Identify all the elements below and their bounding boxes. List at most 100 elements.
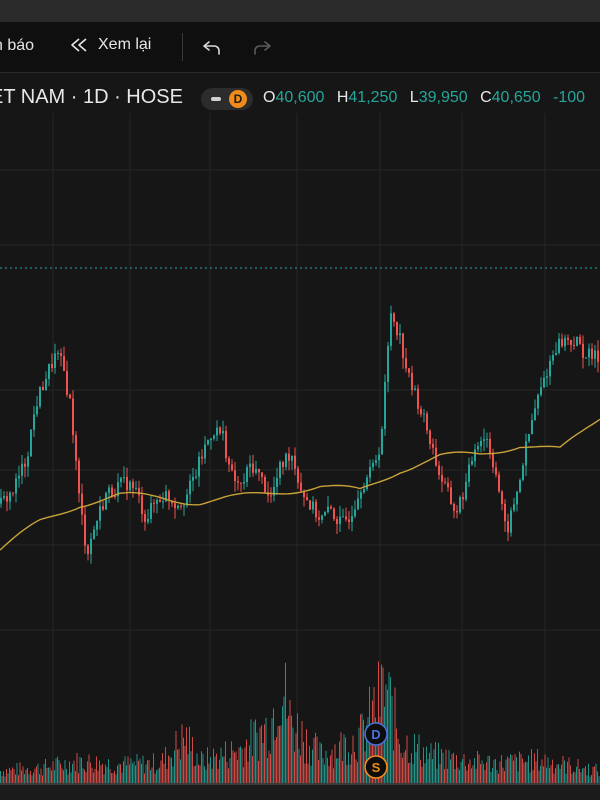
split-marker[interactable]: S xyxy=(364,755,388,779)
volume-bar xyxy=(190,751,192,783)
volume-bar xyxy=(307,763,309,783)
volume-bar xyxy=(561,764,562,783)
volume-bar xyxy=(315,732,316,783)
volume-bar xyxy=(357,762,358,783)
volume-bar xyxy=(211,768,213,783)
replay-button[interactable]: Xem lại xyxy=(68,34,151,56)
candle-body xyxy=(0,497,2,504)
candle-body xyxy=(249,463,251,468)
candle-body xyxy=(414,388,416,390)
volume-bar xyxy=(270,754,271,783)
candle-body xyxy=(360,492,362,499)
volume-bar xyxy=(148,759,150,783)
volume-bar xyxy=(204,766,205,783)
volume-bar xyxy=(516,757,517,783)
volume-bar xyxy=(9,767,10,783)
volume-bar xyxy=(268,750,270,783)
volume-bar xyxy=(60,763,61,783)
volume-bar xyxy=(462,759,463,783)
interval-badge[interactable]: D xyxy=(201,88,253,110)
volume-bar xyxy=(19,762,21,783)
candle-body xyxy=(30,429,32,457)
candle-body xyxy=(120,477,122,483)
volume-bar xyxy=(507,756,508,783)
chart-toolbar: n báo Xem lại xyxy=(0,22,600,73)
volume-bar xyxy=(552,759,553,783)
volume-bar xyxy=(214,756,216,783)
volume-bar xyxy=(246,739,247,783)
alert-button[interactable]: n báo xyxy=(0,37,34,55)
volume-bar xyxy=(28,774,30,783)
volume-bar xyxy=(276,737,277,783)
volume-bar xyxy=(144,773,145,783)
volume-bar xyxy=(163,763,165,783)
candle-body xyxy=(375,460,377,463)
candle-body xyxy=(45,379,47,391)
volume-bar xyxy=(165,747,166,783)
volume-bar xyxy=(351,754,352,783)
volume-bar xyxy=(297,713,298,783)
volume-bar xyxy=(205,769,207,783)
undo-icon[interactable] xyxy=(200,35,224,59)
candle-body xyxy=(558,338,560,353)
volume-bar xyxy=(531,749,532,783)
volume-bar xyxy=(318,760,319,783)
volume-bar xyxy=(186,727,187,783)
candle-body xyxy=(330,506,332,509)
volume-bar xyxy=(400,752,402,783)
volume-bar xyxy=(259,727,261,783)
volume-bar xyxy=(253,721,255,783)
volume-bar xyxy=(256,732,258,783)
candle-body xyxy=(528,434,530,442)
volume-bar xyxy=(550,765,552,783)
chart-grid xyxy=(0,113,600,783)
volume-bar xyxy=(36,766,37,783)
volume-bar xyxy=(37,763,39,783)
symbol-title[interactable]: ỆT NAM · 1D · HOSE xyxy=(0,86,183,109)
candle-body xyxy=(507,521,509,533)
candle-body xyxy=(111,487,113,496)
volume-bar xyxy=(420,759,421,783)
volume-bar xyxy=(444,769,445,783)
volume-bar xyxy=(31,775,33,783)
candle-body xyxy=(204,444,206,459)
volume-bar xyxy=(93,772,94,783)
volume-bar xyxy=(480,764,481,783)
candle-body xyxy=(588,348,590,358)
volume-bar xyxy=(177,749,178,783)
candle-body xyxy=(78,460,80,494)
candle-body xyxy=(489,438,491,454)
volume-bar xyxy=(111,773,112,783)
candle-body xyxy=(105,492,107,510)
candle-body xyxy=(570,339,572,346)
volume-bar xyxy=(240,746,241,783)
volume-bar xyxy=(576,766,577,783)
candle-body xyxy=(300,482,302,491)
candle-body xyxy=(174,503,176,509)
candle-body xyxy=(573,345,575,346)
candle-body xyxy=(213,435,215,439)
volume-bar xyxy=(484,770,486,783)
volume-bar xyxy=(424,763,426,783)
candle-body xyxy=(60,353,62,356)
volume-bar xyxy=(192,737,193,783)
candle-body xyxy=(495,467,497,475)
open-value: 40,600 xyxy=(275,89,325,106)
volume-bar xyxy=(310,765,312,783)
volume-bar xyxy=(441,749,442,783)
volume-bar xyxy=(139,758,141,783)
dividend-marker[interactable]: D xyxy=(364,722,388,746)
window-top-bar xyxy=(0,0,600,22)
candle-body xyxy=(537,394,539,409)
redo-icon[interactable] xyxy=(250,35,274,59)
volume-bar xyxy=(477,751,478,783)
price-chart[interactable]: DS xyxy=(0,113,600,800)
volume-bar xyxy=(396,728,397,783)
volume-bar xyxy=(94,768,96,783)
candle-body xyxy=(327,506,329,512)
volume-bar xyxy=(55,758,57,783)
volume-bar xyxy=(520,753,522,783)
candle-body xyxy=(183,505,185,507)
volume-bar xyxy=(138,760,139,783)
volume-bar xyxy=(492,767,493,783)
